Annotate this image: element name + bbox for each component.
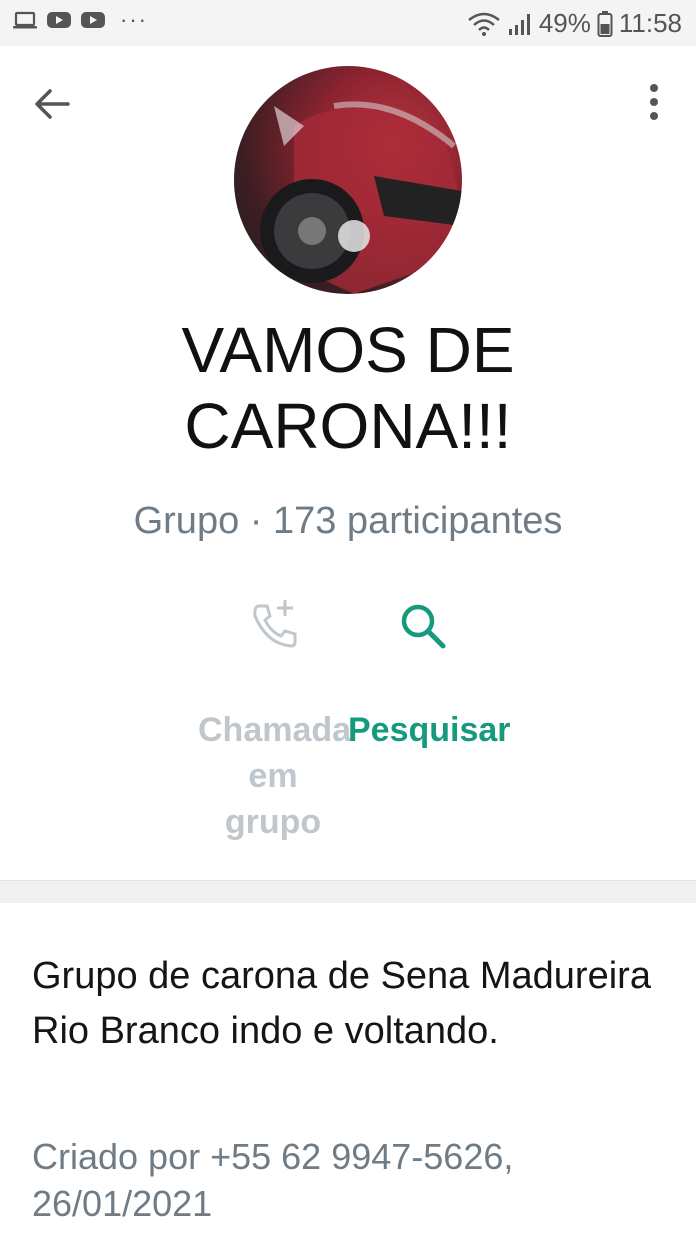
battery-icon — [597, 10, 613, 37]
group-call-label: Chamada em grupo — [198, 711, 352, 841]
add-call-icon — [253, 600, 297, 648]
battery-percent: 49% — [538, 8, 591, 38]
laptop-icon — [13, 11, 37, 29]
search-button[interactable]: Pesquisar — [348, 598, 511, 753]
search-icon — [401, 604, 446, 649]
status-bar-right: 49% 11:58 — [467, 8, 682, 39]
group-call-button[interactable]: Chamada em grupo — [198, 598, 352, 845]
youtube-icon — [47, 12, 71, 28]
race-car-photo — [260, 101, 462, 294]
youtube-icon — [81, 12, 105, 28]
clock: 11:58 — [618, 8, 682, 38]
group-subtitle: Grupo · 173 participantes — [133, 500, 563, 542]
group-info-header: VAMOS DE CARONA!!! Grupo · 173 participa… — [0, 46, 696, 880]
section-divider — [0, 880, 696, 903]
group-avatar[interactable] — [234, 66, 462, 294]
group-description: Grupo de carona de Sena Madureira Rio Br… — [32, 955, 651, 1052]
wifi-icon — [468, 12, 500, 36]
status-bar-left: ··· — [12, 7, 148, 32]
group-created-by: Criado por +55 62 9947-5626, 26/01/2021 — [32, 1136, 514, 1224]
group-description-panel[interactable]: Grupo de carona de Sena Madureira Rio Br… — [0, 903, 696, 1237]
arrow-left-icon[interactable] — [30, 82, 74, 126]
signal-icon — [508, 13, 530, 35]
search-label: Pesquisar — [348, 711, 511, 749]
more-vert-icon[interactable] — [636, 80, 672, 124]
group-title: VAMOS DE CARONA!!! — [181, 314, 515, 462]
status-bar: ··· 49% 11:58 — [0, 0, 696, 46]
more-notifications-indicator: ··· — [120, 7, 148, 32]
